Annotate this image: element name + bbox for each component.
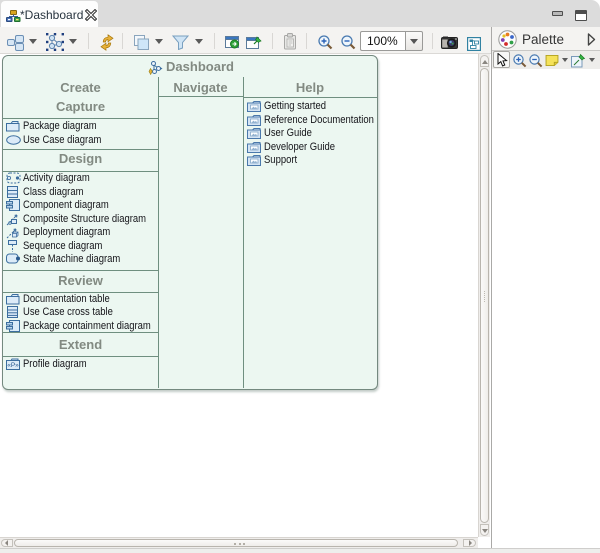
svg-text:«P»: «P» — [7, 362, 19, 369]
